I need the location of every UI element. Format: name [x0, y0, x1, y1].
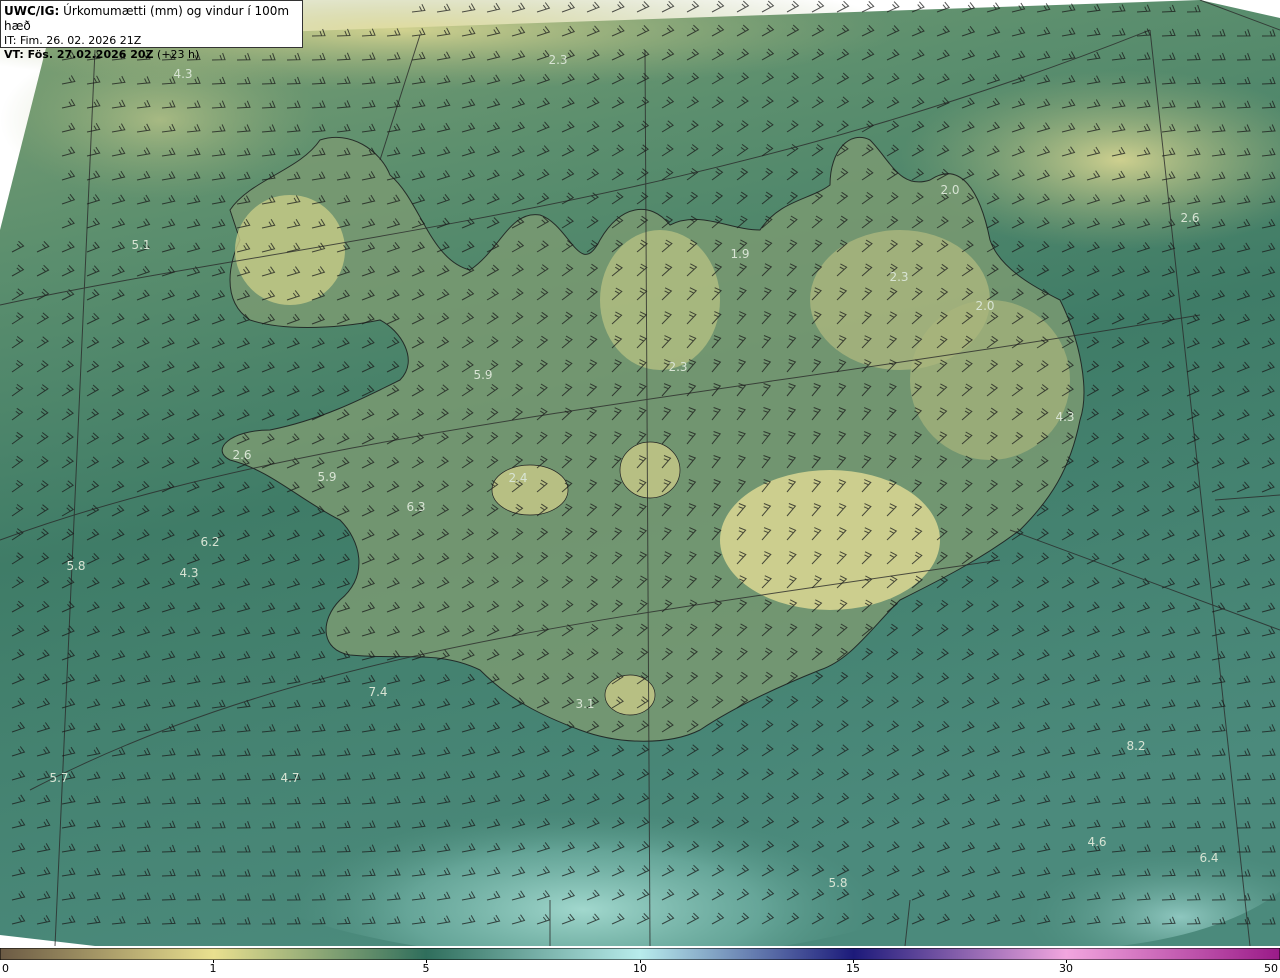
value-label: 5.8 [828, 876, 847, 890]
init-time: IT: Fim. 26. 02. 2026 21Z [4, 34, 142, 47]
value-label: 2.0 [940, 183, 959, 197]
value-label: 3.1 [575, 697, 594, 711]
value-label: 5.7 [49, 771, 68, 785]
value-label: 4.3 [173, 67, 192, 81]
model-name: UWC/IG: [4, 4, 60, 18]
colorbar-tick-label: 5 [422, 962, 430, 975]
precipitable-water-map: 4.3 2.3 5.1 2.0 2.6 1.9 2.3 2.0 5.9 2.3 … [0, 0, 1280, 946]
value-label: 2.6 [1180, 211, 1199, 225]
value-label: 5.1 [131, 238, 150, 252]
value-label: 4.7 [280, 771, 299, 785]
valid-time-line: VT: Fös. 27.02.2026 20Z (+23 h) [4, 48, 299, 62]
value-label: 7.4 [368, 685, 387, 699]
value-label: 6.4 [1199, 851, 1218, 865]
value-label: 2.3 [668, 360, 687, 374]
colorbar-tick-label: 50 [1264, 962, 1278, 975]
value-label: 6.2 [200, 535, 219, 549]
colorbar-strip [0, 948, 1280, 960]
colorbar-tick-label: 15 [846, 962, 860, 975]
value-label: 2.4 [508, 471, 527, 485]
value-label: 5.9 [473, 368, 492, 382]
colorbar-tick-label: 1 [209, 962, 217, 975]
value-label: 4.3 [1055, 410, 1074, 424]
title-line: UWC/IG: Úrkomumætti (mm) og vindur í 100… [4, 4, 299, 34]
value-label: 2.6 [232, 448, 251, 462]
valid-time: VT: Fös. 27.02.2026 20Z [4, 48, 154, 61]
colorbar-tick-label: 0 [2, 962, 9, 975]
value-label: 1.9 [730, 247, 749, 261]
value-label: 4.6 [1087, 835, 1106, 849]
map-title-box: UWC/IG: Úrkomumætti (mm) og vindur í 100… [0, 0, 303, 61]
lead-time: (+23 h) [157, 48, 200, 61]
value-label: 4.3 [179, 566, 198, 580]
value-label: 2.0 [975, 299, 994, 313]
value-label: 2.3 [548, 53, 567, 67]
colorbar-tick-label: 10 [633, 962, 647, 975]
value-label: 8.2 [1126, 739, 1145, 753]
value-label: 6.3 [406, 500, 425, 514]
colorbar-tick-label: 30 [1059, 962, 1073, 975]
value-label: 5.8 [66, 559, 85, 573]
colorbar: 0 1 5 10 15 30 50 [0, 946, 1280, 978]
value-label: 5.9 [317, 470, 336, 484]
value-label: 2.3 [889, 270, 908, 284]
